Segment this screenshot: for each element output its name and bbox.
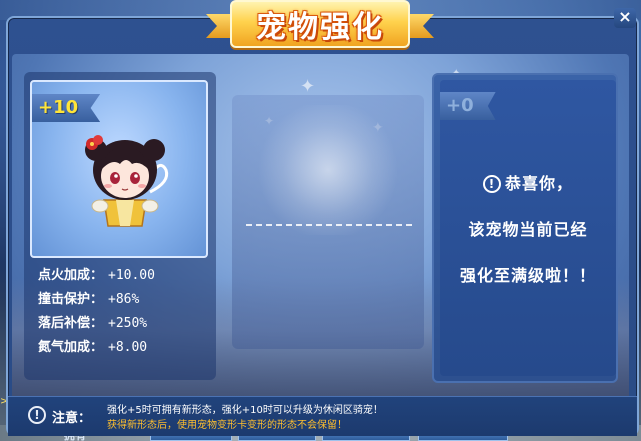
result-message-congrats: ! 恭喜你， — [440, 170, 616, 194]
close-button[interactable]: × — [614, 8, 636, 28]
slot-divider — [246, 224, 412, 226]
game-screen: 拥有 >> ✦ ✦ ✦ ✦ 宠物强化 × +10 — [0, 0, 641, 441]
notice-label: 注意： — [52, 411, 92, 426]
slot-glow — [252, 105, 404, 235]
pet-level-badge: +10 — [32, 94, 101, 122]
result-level-badge: +0 — [440, 92, 496, 120]
notice-text-form: 强化+5时可拥有新形态，强化+10时可以升级为休闲区骑宠！ — [107, 405, 383, 416]
stat-nitro-bonus: 氮气加成： +8.00 — [38, 340, 148, 355]
enhance-material-slot[interactable] — [232, 95, 424, 349]
stat-ignition: 点火加成： +10.00 — [38, 268, 155, 283]
warning-icon: ! — [28, 406, 46, 424]
star-icon: ✦ — [300, 76, 316, 97]
info-icon: ! — [482, 175, 501, 193]
result-message-maxed: 强化至满级啦！！ — [459, 266, 596, 285]
notice-text-warning: 获得新形态后，使用宠物变形卡变形的形态不会保留！ — [107, 420, 347, 431]
stat-catchup-compensation: 落后补偿： +250% — [38, 316, 148, 331]
result-message-status: 该宠物当前已经 — [468, 220, 588, 239]
stat-collision-protection: 撞击保护： +86% — [38, 292, 140, 307]
pet-portrait-card[interactable]: +10 — [30, 80, 208, 258]
pet-character-icon — [85, 135, 169, 227]
dialog-title: 宠物强化 — [256, 10, 384, 45]
title-banner: 宠物强化 — [230, 0, 410, 48]
